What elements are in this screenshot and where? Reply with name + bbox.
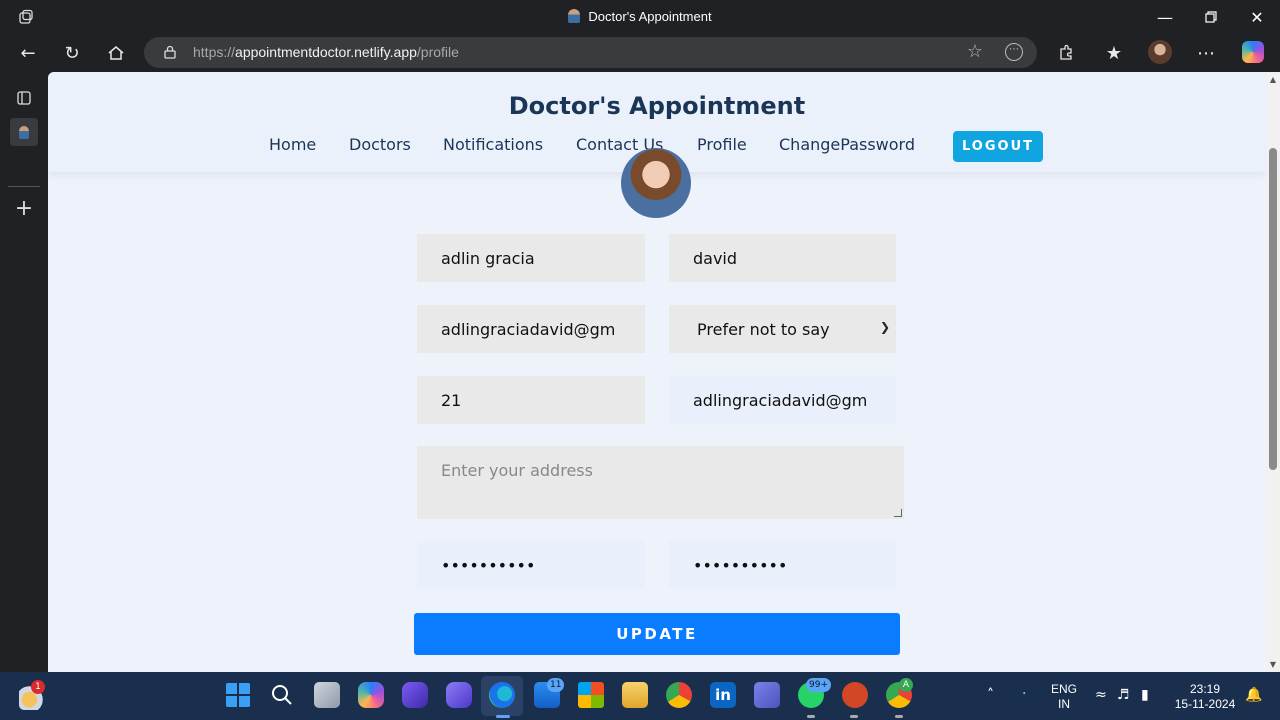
- chrome-running-indicator: [895, 715, 903, 718]
- doctor-favicon-icon: [568, 9, 581, 23]
- whatsapp-running-indicator: [807, 715, 815, 718]
- edge-icon[interactable]: [489, 682, 515, 708]
- extensions-icon[interactable]: [1052, 39, 1080, 67]
- search-icon[interactable]: [269, 682, 295, 708]
- gender-select[interactable]: Prefer not to say ❯: [669, 305, 896, 353]
- vertical-tabs-sidebar: +: [0, 72, 48, 672]
- start-icon[interactable]: [225, 682, 251, 708]
- wifi-icon[interactable]: ≈: [1095, 687, 1107, 703]
- secondary-email-input[interactable]: adlingraciadavid@gm: [669, 376, 896, 424]
- sidebar-divider: [8, 186, 40, 187]
- clock-date: 15-11-2024: [1174, 697, 1236, 711]
- scroll-up-icon[interactable]: ▲: [1268, 75, 1278, 85]
- copilot-icon[interactable]: [1242, 41, 1264, 63]
- more-actions-icon[interactable]: ⋯: [1005, 43, 1023, 61]
- linkedin-icon[interactable]: in: [710, 682, 736, 708]
- window-title-text: Doctor's Appointment: [588, 9, 712, 24]
- window-title: Doctor's Appointment: [0, 9, 1280, 24]
- region-code: IN: [1058, 697, 1070, 711]
- mail-badge: 11: [547, 678, 565, 692]
- gender-selected-value: Prefer not to say: [697, 319, 830, 339]
- logout-button[interactable]: LOGOUT: [953, 131, 1043, 162]
- edge-active-indicator: [496, 715, 510, 718]
- powerpoint-running-indicator: [850, 715, 858, 718]
- windows-taskbar: 1 11 in 99+ A ˄ ᛫ ENG IN ≈ ♬ ▮ 23:19 15-…: [0, 672, 1280, 720]
- chrome-profile-letter: A: [899, 678, 913, 692]
- url-host: appointmentdoctor.netlify.app: [235, 44, 417, 60]
- powerpoint-icon[interactable]: [842, 682, 868, 708]
- clock[interactable]: 23:19 15-11-2024: [1170, 682, 1240, 712]
- clock-time: 23:19: [1189, 682, 1221, 696]
- task-view-icon[interactable]: [314, 682, 340, 708]
- scroll-down-icon[interactable]: ▼: [1268, 660, 1278, 670]
- tab-actions-icon[interactable]: [10, 84, 38, 112]
- nav-change-password[interactable]: ChangePassword: [779, 135, 915, 154]
- age-input[interactable]: 21: [417, 376, 645, 424]
- notifications-bell-icon[interactable]: 🔔: [1245, 687, 1262, 703]
- battery-icon[interactable]: ▮: [1141, 687, 1149, 703]
- settings-menu-icon[interactable]: ⋯: [1192, 39, 1220, 67]
- bluetooth-icon[interactable]: ᛫: [1020, 687, 1028, 703]
- last-name-input[interactable]: david: [669, 234, 896, 282]
- profile-picture[interactable]: [621, 148, 691, 218]
- show-hidden-icons-chevron-up-icon[interactable]: ˄: [987, 687, 994, 703]
- url-path: /profile: [416, 44, 459, 60]
- first-name-input[interactable]: adlin gracia: [417, 234, 645, 282]
- lock-icon[interactable]: [164, 45, 176, 59]
- favorites-icon[interactable]: ★: [1100, 39, 1128, 67]
- confirm-password-input[interactable]: ••••••••••: [669, 541, 896, 589]
- language-indicator[interactable]: ENG IN: [1046, 682, 1082, 712]
- address-placeholder: Enter your address: [441, 461, 593, 480]
- chrome-icon[interactable]: [666, 682, 692, 708]
- store-icon[interactable]: [578, 682, 604, 708]
- site-brand[interactable]: Doctor's Appointment: [48, 92, 1266, 120]
- page-scrollbar[interactable]: ▲ ▼: [1266, 72, 1280, 672]
- nav-profile[interactable]: Profile: [697, 135, 747, 154]
- favorite-star-icon[interactable]: ☆: [967, 41, 983, 62]
- home-icon[interactable]: [102, 39, 130, 67]
- email-input[interactable]: adlingraciadavid@gm: [417, 305, 645, 353]
- url-text[interactable]: https://appointmentdoctor.netlify.app/pr…: [193, 44, 459, 60]
- resize-handle-icon[interactable]: [894, 509, 902, 517]
- page-viewport: Doctor's Appointment Home Doctors Notifi…: [48, 72, 1266, 672]
- nav-home[interactable]: Home: [269, 135, 316, 154]
- copilot-taskbar-icon[interactable]: [358, 682, 384, 708]
- app-icon[interactable]: [446, 682, 472, 708]
- file-explorer-icon[interactable]: [622, 682, 648, 708]
- address-bar[interactable]: https://appointmentdoctor.netlify.app/pr…: [144, 37, 1037, 68]
- language-code: ENG: [1050, 682, 1077, 696]
- url-prefix: https://: [193, 44, 236, 60]
- chevron-down-icon: ❯: [879, 320, 890, 334]
- teams-icon[interactable]: [754, 682, 780, 708]
- clipchamp-icon[interactable]: [402, 682, 428, 708]
- doctor-favicon-icon: [19, 125, 29, 139]
- tab-doctors-appointment[interactable]: [10, 118, 38, 146]
- new-tab-icon[interactable]: +: [10, 194, 38, 222]
- volume-icon[interactable]: ♬: [1117, 687, 1130, 703]
- restore-button[interactable]: [1188, 0, 1234, 34]
- scrollbar-thumb[interactable]: [1269, 148, 1277, 470]
- widgets-badge: 1: [31, 680, 45, 694]
- whatsapp-badge: 99+: [806, 678, 831, 692]
- refresh-icon[interactable]: ↻: [58, 39, 86, 67]
- minimize-button[interactable]: —: [1142, 0, 1188, 34]
- address-textarea[interactable]: Enter your address: [417, 446, 904, 519]
- password-input[interactable]: ••••••••••: [417, 541, 645, 589]
- back-icon[interactable]: ←: [14, 39, 42, 67]
- close-window-button[interactable]: ✕: [1234, 0, 1280, 34]
- browser-toolbar: ← ↻ https://appointmentdoctor.netlify.ap…: [0, 34, 1280, 72]
- browser-title-bar: Doctor's Appointment — ✕: [0, 0, 1280, 34]
- nav-notifications[interactable]: Notifications: [443, 135, 543, 154]
- profile-avatar[interactable]: [1148, 40, 1172, 64]
- update-button[interactable]: UPDATE: [414, 613, 900, 655]
- nav-doctors[interactable]: Doctors: [349, 135, 411, 154]
